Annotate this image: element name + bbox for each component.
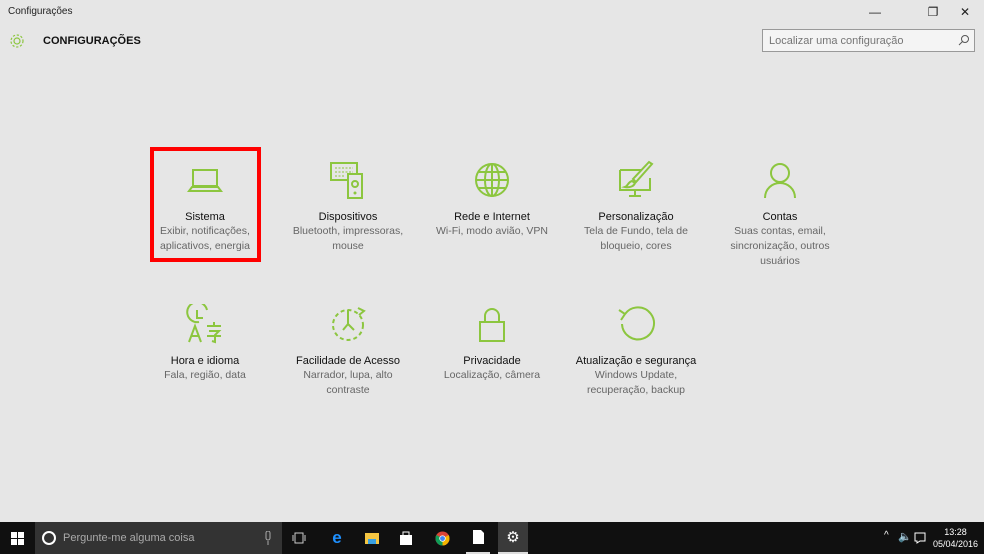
title-bar: Configurações — ❐ ✕ [0,0,984,24]
tile-title: Atualização e segurança [575,355,697,367]
taskbar: Pergunte-me alguma coisa e ⚙ ^ 🔈 13:28 0… [0,522,984,554]
tile-rede-internet[interactable]: Rede e Internet Wi-Fi, modo avião, VPN [422,160,562,239]
tile-description: Tela de Fundo, tela de bloqueio, cores [584,225,688,252]
page-title: CONFIGURAÇÕES [43,35,141,47]
lock-icon [479,308,505,342]
tile-description: Exibir, notificações, aplicativos, energ… [160,225,250,252]
tile-description: Bluetooth, impressoras, mouse [292,225,404,252]
chrome-icon [434,530,450,546]
microphone-icon[interactable] [264,531,272,545]
volume-icon[interactable]: 🔈 [898,530,912,543]
clock-date: 05/04/2016 [932,539,978,549]
tile-title: Privacidade [463,355,521,367]
tile-title: Contas [762,211,798,223]
windows-logo-icon [11,531,24,545]
tile-title: Sistema [185,211,225,223]
gear-icon [10,34,24,48]
tile-description: Fala, região, data [164,369,246,381]
tile-title: Hora e idioma [170,355,240,367]
tile-description: Narrador, lupa, alto contraste [303,369,393,396]
globe-icon [475,163,509,197]
tile-title: Rede e Internet [454,211,530,223]
tile-description: Suas contas, email, sincronização, outro… [730,225,830,267]
document-icon [472,530,484,544]
task-view-button[interactable] [287,522,311,554]
tile-hora-idioma[interactable]: Hora e idioma Fala, região, data [135,304,275,383]
store-icon [400,531,412,545]
store-button[interactable] [394,522,418,554]
tile-personalizacao[interactable]: Personalização Tela de Fundo, tela de bl… [566,160,706,254]
tile-dispositivos[interactable]: Dispositivos Bluetooth, impressoras, mou… [278,160,418,254]
tile-facilidade-acesso[interactable]: Facilidade de Acesso Narrador, lupa, alt… [278,304,418,398]
edge-icon: e [332,528,342,547]
tile-atualizacao-seguranca[interactable]: Atualização e segurança Windows Update, … [566,304,706,398]
update-icon [618,306,655,341]
time-language-icon [186,304,222,344]
task-view-icon [292,532,306,544]
ease-of-access-icon [332,307,366,341]
cortana-search[interactable]: Pergunte-me alguma coisa [35,522,282,554]
tile-sistema[interactable]: Sistema Exibir, notificações, aplicativo… [135,160,275,254]
tile-title: Personalização [598,211,674,223]
minimize-button[interactable]: — [860,2,890,22]
start-button[interactable] [0,522,35,554]
devices-icon [330,162,363,199]
notifications-icon[interactable] [914,532,926,544]
document-button[interactable] [466,522,490,554]
search-input[interactable] [763,30,953,51]
person-icon [764,163,796,199]
paint-icon [619,160,654,197]
tile-title: Dispositivos [318,211,378,223]
tile-contas[interactable]: Contas Suas contas, email, sincronização… [710,160,850,269]
maximize-button[interactable]: ❐ [918,2,948,22]
laptop-icon [187,169,223,192]
window-title: Configurações [8,6,73,17]
settings-search[interactable] [762,29,975,52]
tile-description: Wi-Fi, modo avião, VPN [435,225,549,237]
tile-description: Windows Update, recuperação, backup [586,369,686,396]
tile-title: Facilidade de Acesso [296,355,400,367]
file-explorer-button[interactable] [360,522,384,554]
clock-time: 13:28 [944,527,967,537]
chrome-button[interactable] [430,522,454,554]
clock[interactable]: 13:28 05/04/2016 [933,526,978,550]
settings-taskbar-button[interactable]: ⚙ [498,522,528,554]
tile-privacidade[interactable]: Privacidade Localização, câmera [422,304,562,383]
cortana-icon [42,531,56,545]
close-button[interactable]: ✕ [950,2,980,22]
tile-description: Localização, câmera [443,369,541,381]
folder-icon [365,533,379,544]
edge-button[interactable]: e [325,522,349,554]
show-hidden-icons[interactable]: ^ [884,530,889,541]
gear-icon: ⚙ [506,529,520,546]
search-icon[interactable] [958,34,970,46]
cortana-placeholder: Pergunte-me alguma coisa [63,532,195,544]
